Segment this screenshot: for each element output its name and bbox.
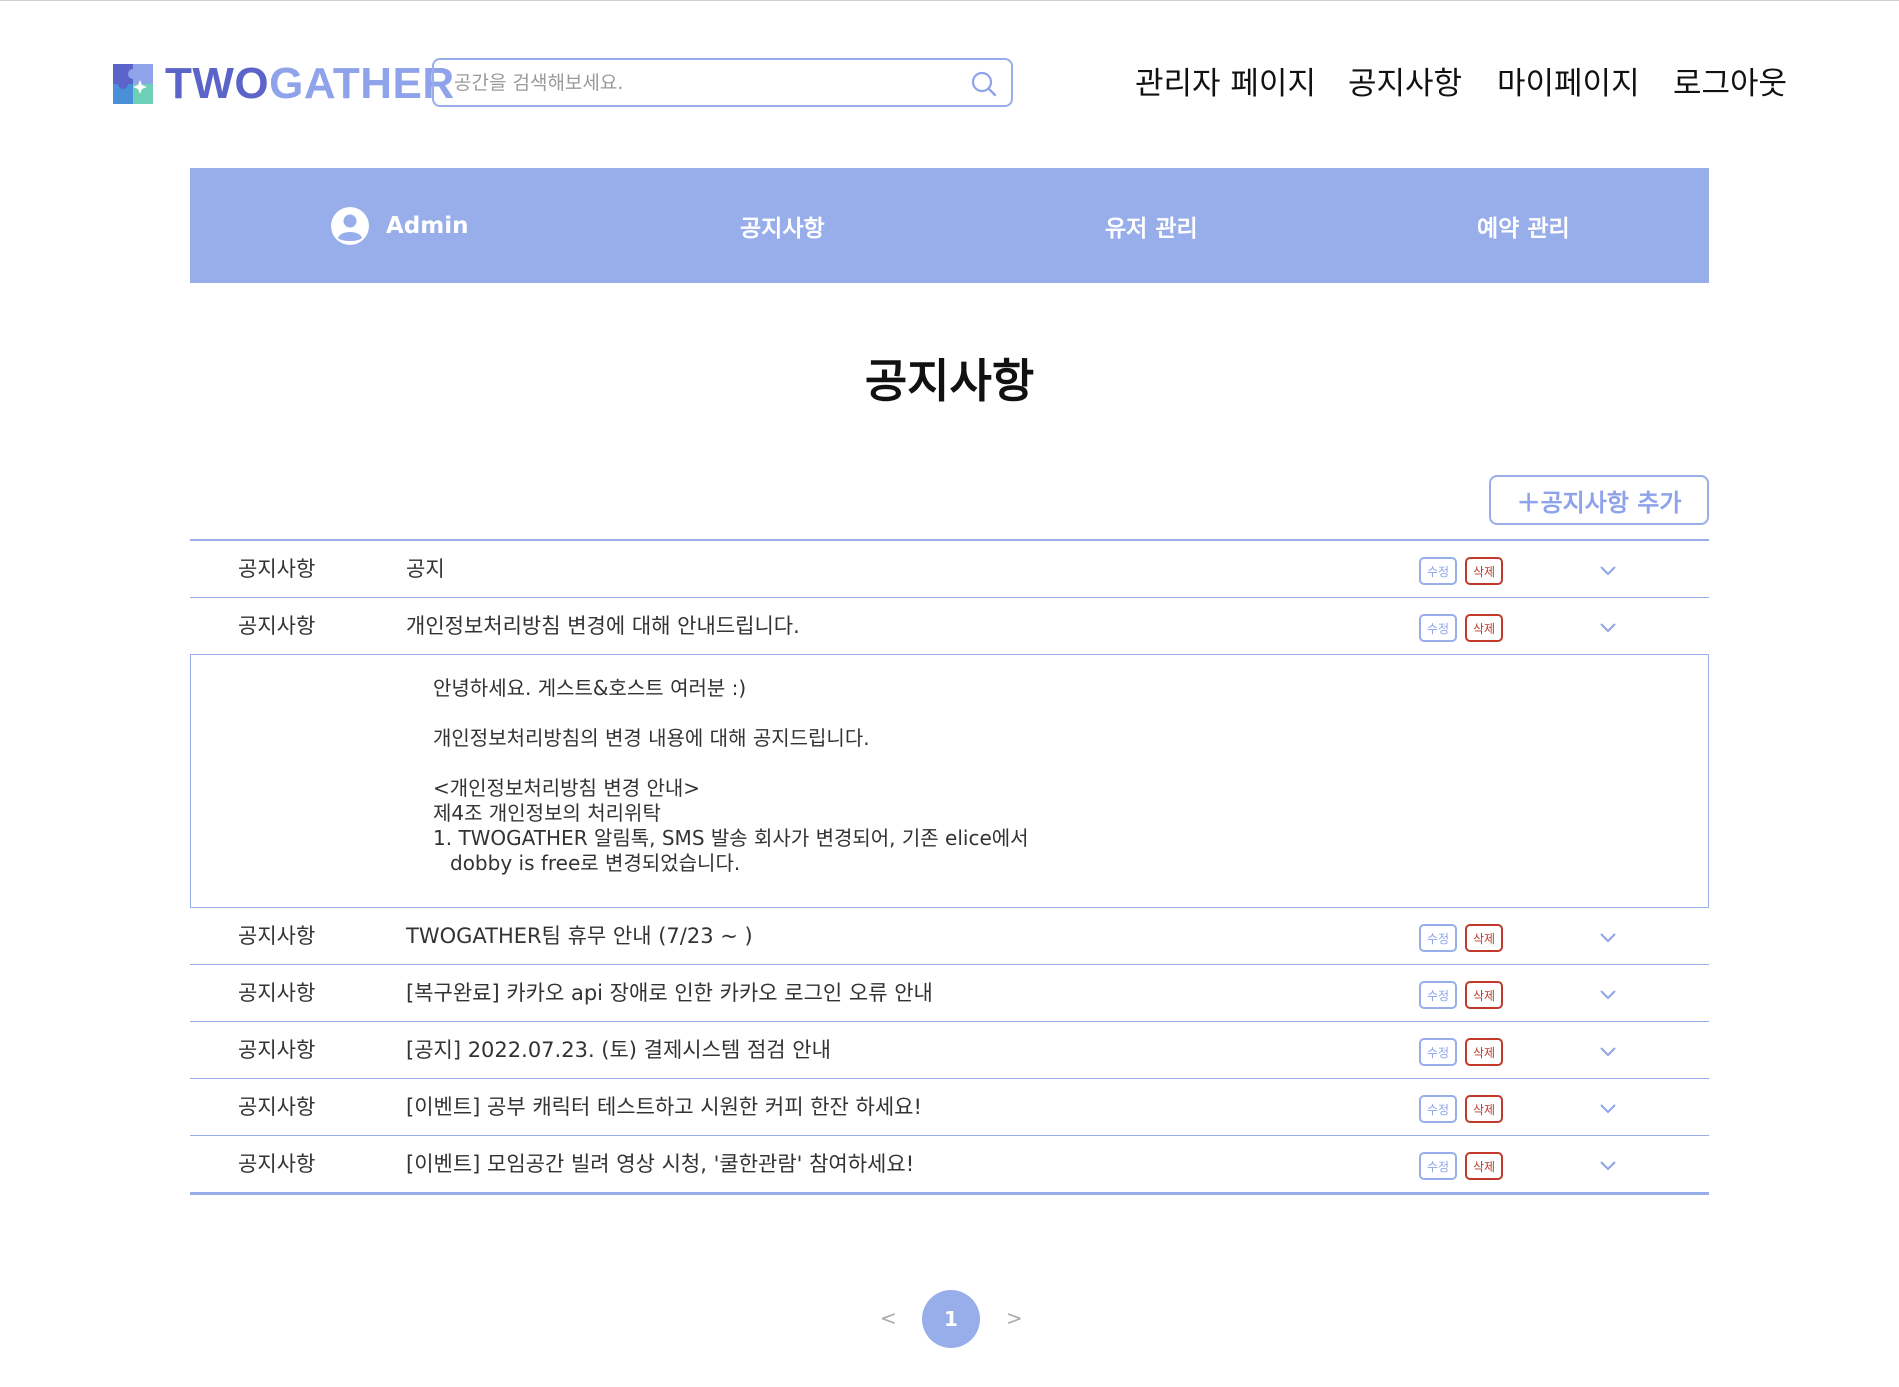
admin-tab-notices[interactable]: 공지사항 [740, 168, 825, 283]
chevron-down-icon[interactable] [1597, 926, 1619, 948]
delete-button[interactable]: 삭제 [1465, 1152, 1503, 1180]
edit-button[interactable]: 수정 [1419, 1152, 1457, 1180]
row-category: 공지사항 [238, 614, 316, 638]
admin-username: Admin [386, 212, 469, 239]
table-row[interactable]: 공지사항 개인정보처리방침 변경에 대해 안내드립니다. 수정 삭제 [190, 598, 1709, 655]
notice-detail-panel: 안녕하세요. 게스트&호스트 여러분 :) 개인정보처리방침의 변경 내용에 대… [190, 654, 1709, 908]
delete-button[interactable]: 삭제 [1465, 614, 1503, 642]
puzzle-logo-icon [113, 64, 153, 104]
row-category: 공지사항 [238, 1038, 316, 1062]
edit-button[interactable]: 수정 [1419, 614, 1457, 642]
admin-menu-bar: Admin 공지사항 유저 관리 예약 관리 [190, 168, 1709, 283]
chevron-down-icon[interactable] [1597, 983, 1619, 1005]
edit-button[interactable]: 수정 [1419, 981, 1457, 1009]
edit-button[interactable]: 수정 [1419, 1095, 1457, 1123]
pagination: < 1 > [0, 1290, 1899, 1348]
detail-intro: 개인정보처리방침의 변경 내용에 대해 공지드립니다. [433, 726, 870, 750]
chevron-down-icon[interactable] [1597, 616, 1619, 638]
table-row[interactable]: 공지사항 [복구완료] 카카오 api 장애로 인한 카카오 로그인 오류 안내… [190, 965, 1709, 1022]
search-box [432, 58, 1013, 107]
add-notice-button[interactable]: ＋공지사항 추가 [1489, 475, 1709, 525]
row-category: 공지사항 [238, 924, 316, 948]
delete-button[interactable]: 삭제 [1465, 557, 1503, 585]
chevron-down-icon[interactable] [1597, 559, 1619, 581]
table-row[interactable]: 공지사항 공지 수정 삭제 [190, 541, 1709, 598]
delete-button[interactable]: 삭제 [1465, 1038, 1503, 1066]
row-title: 개인정보처리방침 변경에 대해 안내드립니다. [406, 614, 800, 638]
nav-mypage[interactable]: 마이페이지 [1497, 64, 1640, 104]
user-avatar-icon [331, 206, 369, 245]
detail-heading: <개인정보처리방침 변경 안내> [433, 776, 701, 800]
row-title: [이벤트] 공부 캐릭터 테스트하고 시원한 커피 한잔 하세요! [406, 1095, 922, 1119]
nav-logout[interactable]: 로그아웃 [1673, 64, 1787, 104]
admin-profile[interactable]: Admin [330, 168, 469, 283]
nav-notices[interactable]: 공지사항 [1348, 64, 1462, 104]
chevron-down-icon[interactable] [1597, 1040, 1619, 1062]
detail-greeting: 안녕하세요. 게스트&호스트 여러분 :) [433, 676, 747, 700]
row-title: TWOGATHER팀 휴무 안내 (7/23 ~ ) [406, 924, 753, 948]
delete-button[interactable]: 삭제 [1465, 924, 1503, 952]
detail-item-line2: dobby is free로 변경되었습니다. [450, 851, 741, 875]
admin-tab-reservations[interactable]: 예약 관리 [1477, 168, 1570, 283]
row-category: 공지사항 [238, 1152, 316, 1176]
edit-button[interactable]: 수정 [1419, 924, 1457, 952]
delete-button[interactable]: 삭제 [1465, 981, 1503, 1009]
next-page-button[interactable]: > [1006, 1306, 1023, 1330]
nav-admin-page[interactable]: 관리자 페이지 [1135, 64, 1316, 104]
table-row[interactable]: 공지사항 [이벤트] 공부 캐릭터 테스트하고 시원한 커피 한잔 하세요! 수… [190, 1079, 1709, 1136]
table-row[interactable]: 공지사항 TWOGATHER팀 휴무 안내 (7/23 ~ ) 수정 삭제 [190, 908, 1709, 965]
table-row[interactable]: 공지사항 [공지] 2022.07.23. (토) 결제시스템 점검 안내 수정… [190, 1022, 1709, 1079]
notice-detail-content: 안녕하세요. 게스트&호스트 여러분 :) 개인정보처리방침의 변경 내용에 대… [433, 676, 1029, 876]
row-category: 공지사항 [238, 557, 316, 581]
search-input[interactable] [454, 69, 934, 97]
row-title: 공지 [406, 557, 445, 581]
page-number-current[interactable]: 1 [922, 1290, 980, 1348]
edit-button[interactable]: 수정 [1419, 1038, 1457, 1066]
site-header: TWOGATHER 관리자 페이지 공지사항 마이페이지 로그아웃 [0, 0, 1899, 160]
row-title: [공지] 2022.07.23. (토) 결제시스템 점검 안내 [406, 1038, 831, 1062]
admin-tab-users[interactable]: 유저 관리 [1105, 168, 1198, 283]
page-title: 공지사항 [864, 354, 1035, 408]
delete-button[interactable]: 삭제 [1465, 1095, 1503, 1123]
row-title: [이벤트] 모임공간 빌려 영상 시청, '쿨한관람' 참여하세요! [406, 1152, 915, 1176]
detail-item-line1: 1. TWOGATHER 알림톡, SMS 발송 회사가 변경되어, 기존 el… [433, 826, 1029, 850]
logo-text: TWOGATHER [165, 59, 455, 108]
search-icon[interactable] [969, 69, 999, 99]
edit-button[interactable]: 수정 [1419, 557, 1457, 585]
notice-table: 공지사항 공지 수정 삭제 공지사항 개인정보처리방침 변경에 대해 안내드립니… [190, 539, 1709, 1195]
logo[interactable]: TWOGATHER [113, 59, 455, 108]
row-category: 공지사항 [238, 981, 316, 1005]
chevron-down-icon[interactable] [1597, 1154, 1619, 1176]
table-row[interactable]: 공지사항 [이벤트] 모임공간 빌려 영상 시청, '쿨한관람' 참여하세요! … [190, 1136, 1709, 1193]
chevron-down-icon[interactable] [1597, 1097, 1619, 1119]
row-category: 공지사항 [238, 1095, 316, 1119]
detail-article: 제4조 개인정보의 처리위탁 [433, 801, 661, 825]
prev-page-button[interactable]: < [880, 1306, 897, 1330]
row-title: [복구완료] 카카오 api 장애로 인한 카카오 로그인 오류 안내 [406, 981, 933, 1005]
